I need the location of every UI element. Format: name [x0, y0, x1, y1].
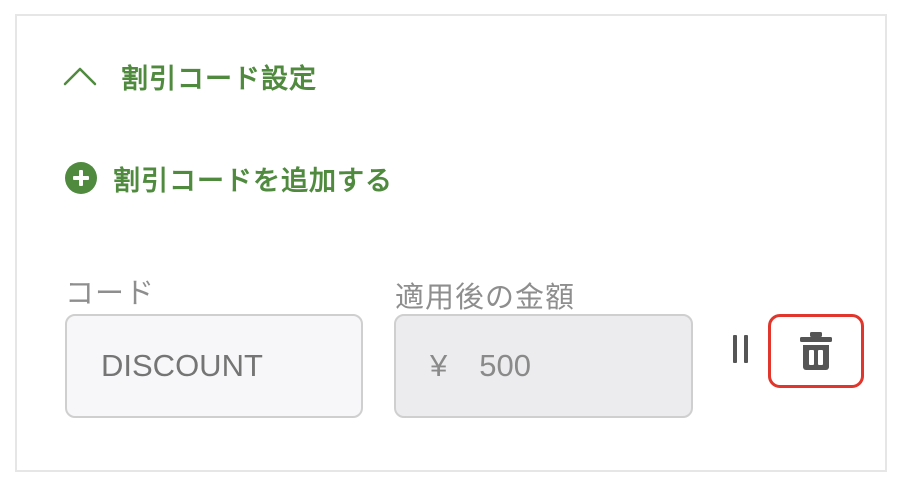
discount-section-toggle[interactable]: 割引コード設定: [63, 56, 317, 96]
amount-value: 500: [479, 348, 531, 383]
chevron-up-icon: [63, 67, 97, 86]
discount-code-input[interactable]: [65, 314, 363, 418]
discounted-amount-input[interactable]: ¥ 500: [394, 314, 693, 418]
section-title: 割引コード設定: [121, 63, 317, 95]
plus-circle-icon: [65, 162, 97, 194]
discount-code-panel: 割引コード設定 割引コードを追加する コード 適用後の金額 ¥ 500: [15, 14, 887, 472]
code-field-label: コード: [65, 276, 156, 310]
drag-handle-icon[interactable]: [731, 334, 751, 364]
delete-button[interactable]: [768, 314, 864, 388]
currency-symbol: ¥: [430, 348, 448, 383]
add-discount-code-button[interactable]: 割引コードを追加する: [65, 158, 393, 198]
trash-icon: [800, 332, 832, 370]
add-discount-code-label: 割引コードを追加する: [113, 165, 393, 197]
amount-field-label: 適用後の金額: [395, 280, 576, 314]
